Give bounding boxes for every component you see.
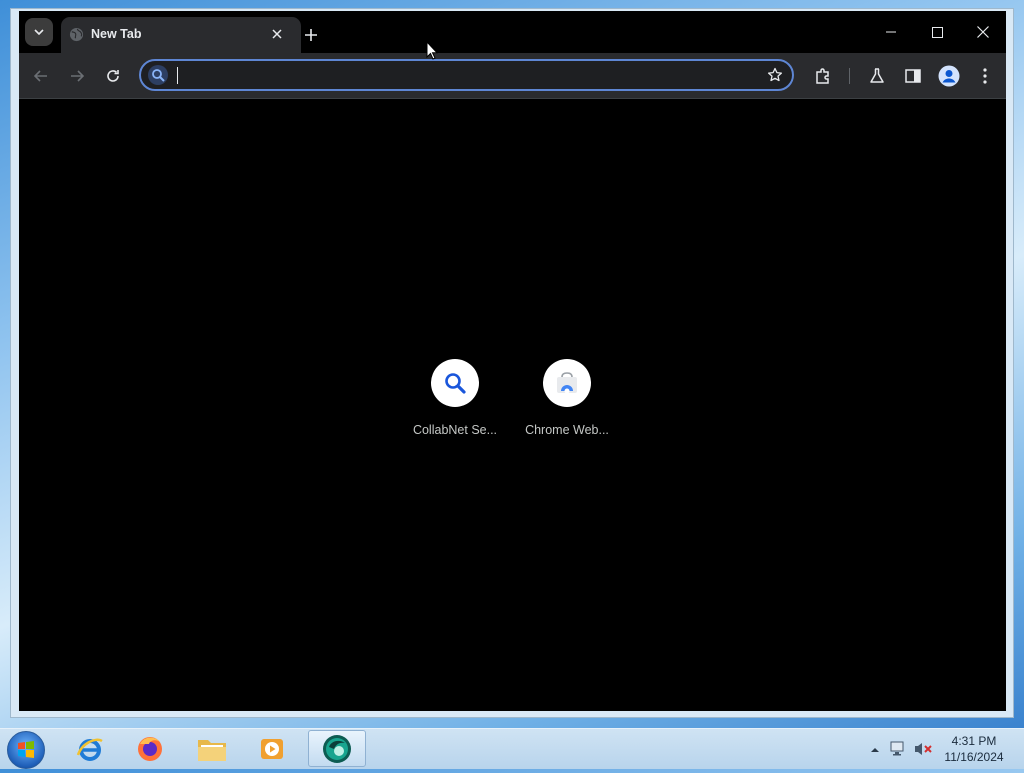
taskbar-chrome[interactable]	[308, 730, 366, 767]
arrow-left-icon	[34, 70, 47, 82]
puzzle-icon	[816, 68, 829, 84]
star-icon	[767, 67, 783, 82]
new-tab-page: CollabNet Se... Chrome Web...	[19, 99, 1006, 711]
clock-date: 11/16/2024	[944, 750, 1004, 764]
maximize-icon	[931, 26, 943, 38]
search-icon	[148, 65, 168, 85]
tab-title: New Tab	[91, 27, 142, 41]
reload-icon	[107, 70, 119, 82]
taskbar-file-explorer[interactable]	[184, 730, 240, 767]
flask-icon	[870, 68, 884, 83]
labs-button[interactable]	[863, 62, 891, 90]
volume-muted-icon	[915, 743, 932, 755]
start-button[interactable]	[7, 731, 45, 769]
chevron-up-icon	[871, 747, 879, 752]
kebab-menu-icon	[983, 68, 987, 84]
browser-icon	[323, 734, 351, 763]
forward-button[interactable]	[63, 62, 91, 90]
tab-close-button[interactable]	[265, 22, 289, 46]
tab-strip: New Tab	[19, 11, 1006, 53]
tray-network[interactable]	[888, 729, 908, 769]
maximize-button[interactable]	[917, 19, 957, 45]
extensions-button[interactable]	[809, 62, 837, 90]
side-panel-button[interactable]	[899, 62, 927, 90]
close-icon	[272, 29, 282, 39]
browser-toolbar	[19, 53, 1006, 99]
taskbar-internet-explorer[interactable]	[62, 730, 118, 767]
mouse-pointer-icon	[426, 41, 438, 60]
folder-icon	[198, 739, 226, 761]
shortcut-label: Chrome Web...	[525, 423, 609, 437]
close-window-button[interactable]	[963, 19, 1003, 45]
firefox-icon	[138, 736, 162, 761]
address-input[interactable]	[175, 64, 735, 86]
plus-icon	[305, 29, 317, 41]
tray-volume[interactable]	[912, 729, 934, 769]
browser-frame: New Tab CollabNet Se... Chrome Web...	[19, 11, 1006, 711]
reload-button[interactable]	[99, 62, 127, 90]
toolbar-separator	[849, 68, 850, 84]
browser-window: New Tab CollabNet Se... Chrome Web...	[10, 8, 1014, 718]
shortcut-chrome-web-store[interactable]: Chrome Web...	[519, 359, 615, 449]
address-bar[interactable]	[139, 59, 794, 91]
taskbar-media-player[interactable]	[244, 730, 300, 767]
arrow-right-icon	[71, 70, 84, 82]
chrome-web-store-icon	[557, 372, 577, 394]
ie-icon	[76, 738, 103, 761]
side-panel-icon	[905, 69, 921, 83]
taskbar-firefox[interactable]	[122, 730, 178, 767]
bookmark-button[interactable]	[764, 64, 786, 86]
menu-button[interactable]	[971, 62, 999, 90]
shortcut-icon	[431, 359, 479, 407]
text-caret	[177, 67, 178, 84]
globe-icon	[69, 27, 84, 42]
network-icon	[890, 741, 904, 756]
new-tab-button[interactable]	[299, 23, 323, 47]
close-icon	[977, 26, 989, 38]
windows-logo-icon	[18, 741, 34, 758]
back-button[interactable]	[27, 62, 55, 90]
minimize-icon	[886, 31, 896, 33]
shortcut-collabnet[interactable]: CollabNet Se...	[407, 359, 503, 449]
profile-button[interactable]	[935, 62, 963, 90]
chevron-down-icon	[34, 29, 44, 35]
shortcut-label: CollabNet Se...	[412, 423, 498, 437]
avatar-icon	[938, 65, 960, 87]
search-icon	[445, 373, 466, 394]
tray-overflow-button[interactable]	[866, 729, 884, 769]
clock-time: 4:31 PM	[951, 734, 997, 748]
taskbar-clock[interactable]: 4:31 PM 11/16/2024	[938, 733, 1010, 765]
media-player-icon	[261, 738, 283, 759]
tab-new-tab[interactable]: New Tab	[61, 17, 301, 53]
taskbar: 4:31 PM 11/16/2024	[0, 728, 1024, 769]
tab-search-button[interactable]	[25, 18, 53, 46]
minimize-button[interactable]	[871, 19, 911, 45]
shortcut-icon	[543, 359, 591, 407]
